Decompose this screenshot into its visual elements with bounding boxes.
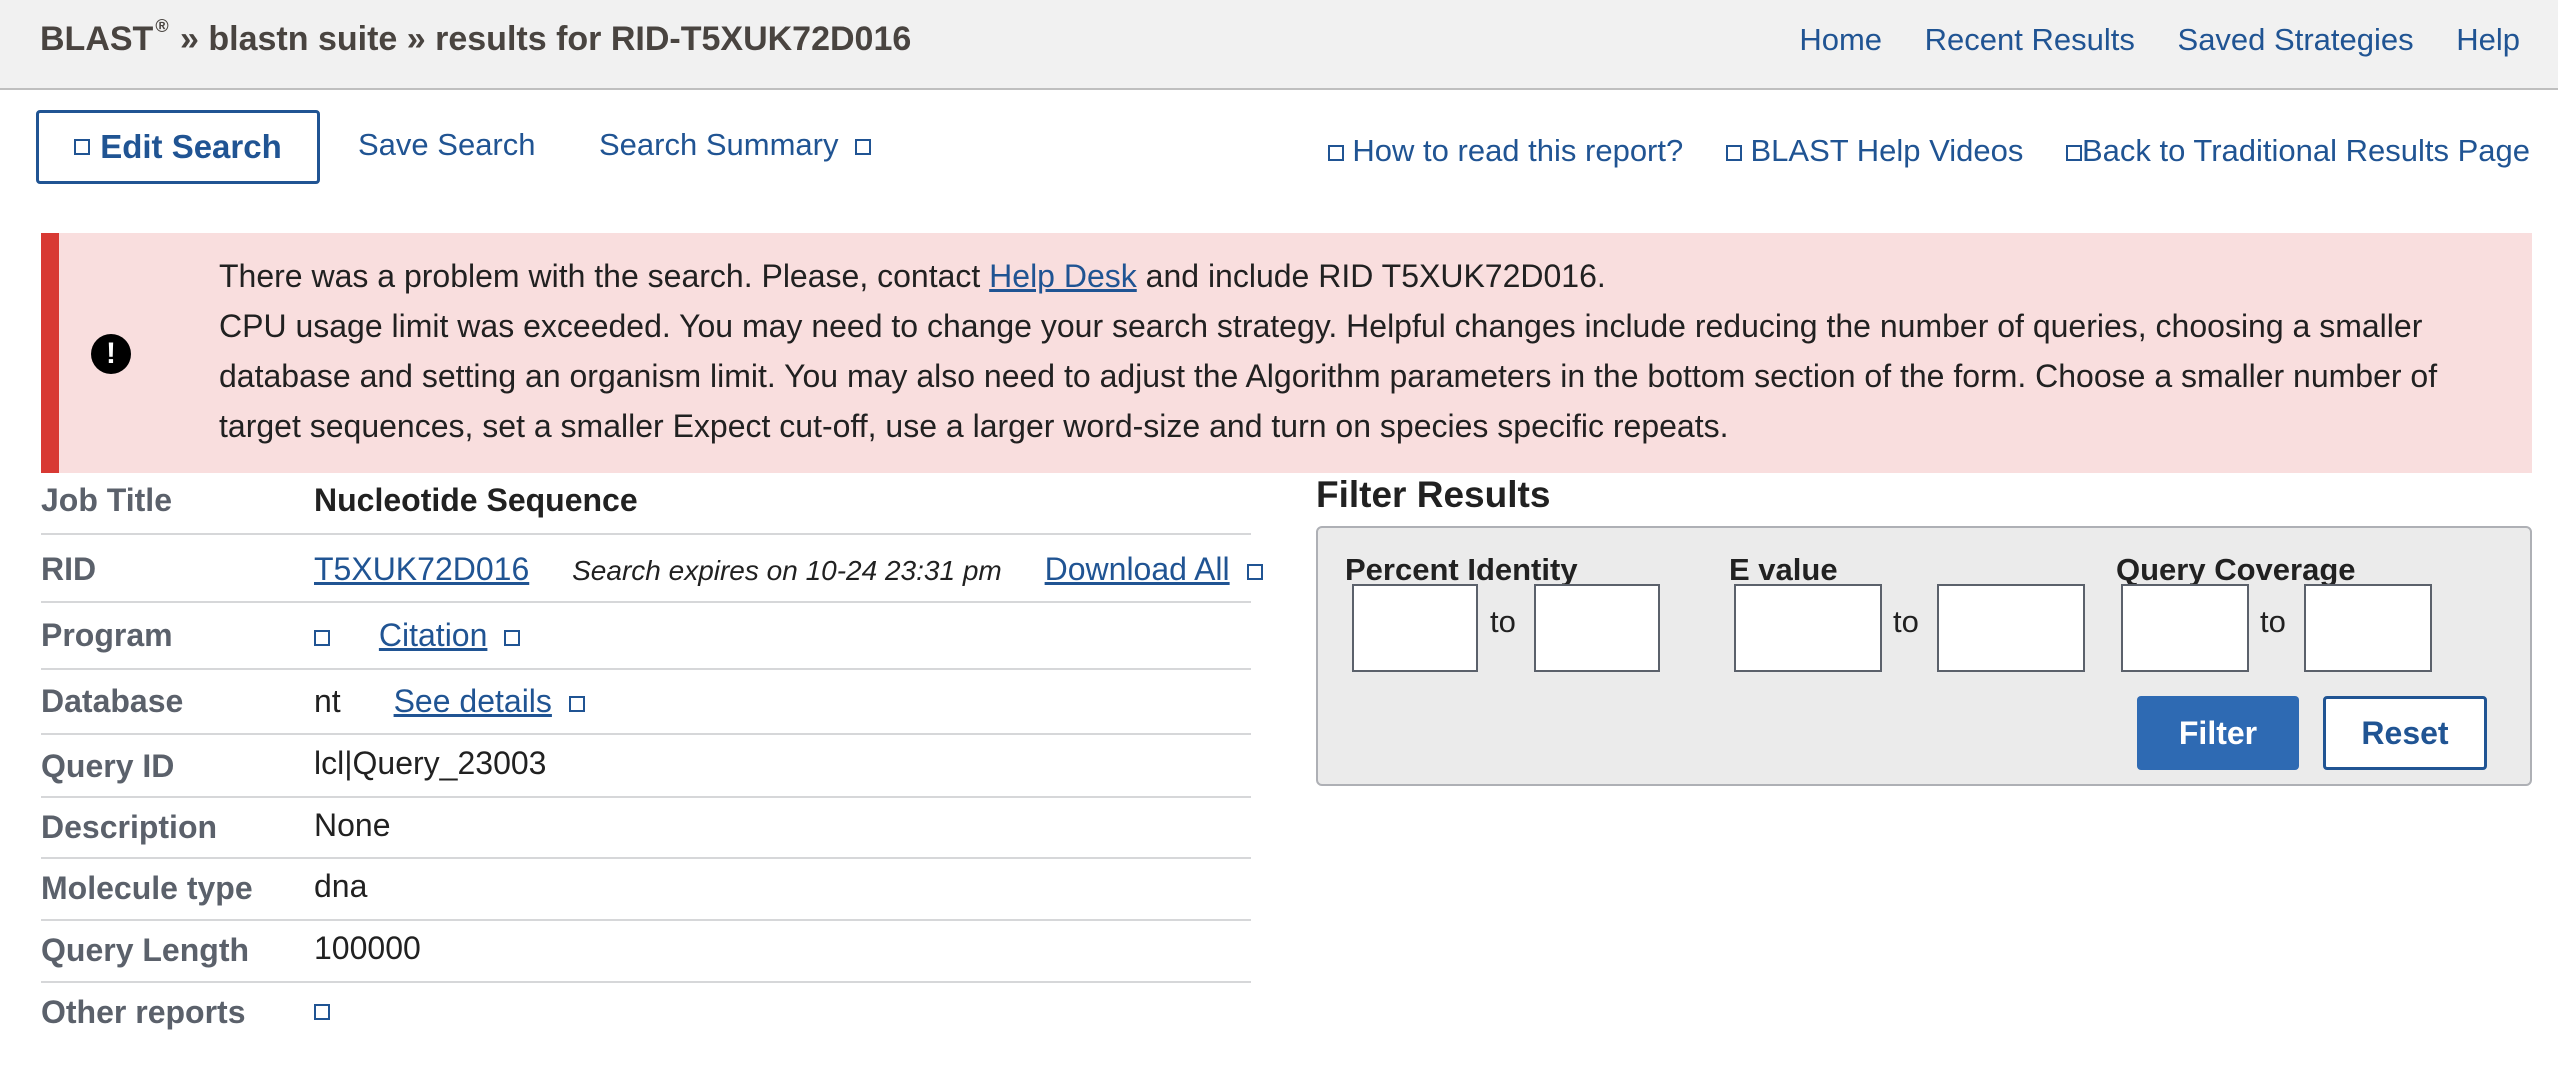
percent-identity-to-input[interactable] bbox=[1534, 584, 1660, 672]
help-links: How to read this report? BLAST Help Vide… bbox=[1294, 133, 2530, 169]
percent-identity-from-input[interactable] bbox=[1352, 584, 1478, 672]
help-icon bbox=[1327, 144, 1344, 161]
job-info-table: Job Title Nucleotide Sequence RID T5XUK7… bbox=[41, 476, 1263, 1045]
top-nav: Home Recent Results Saved Strategies Hel… bbox=[1765, 22, 2520, 58]
query-coverage-from-input[interactable] bbox=[2121, 584, 2249, 672]
job-title-value: Nucleotide Sequence bbox=[314, 482, 638, 518]
row-description: Description None bbox=[41, 798, 1251, 859]
dropdown-icon[interactable] bbox=[314, 1003, 330, 1020]
nav-saved-strategies[interactable]: Saved Strategies bbox=[2178, 22, 2414, 57]
database-value: nt bbox=[314, 683, 341, 719]
query-id-value: lcl|Query_23003 bbox=[314, 745, 547, 781]
query-length-label: Query Length bbox=[41, 932, 250, 968]
row-query-length: Query Length 100000 bbox=[41, 921, 1251, 983]
nav-help[interactable]: Help bbox=[2456, 22, 2520, 57]
exclamation-circle-icon: ! bbox=[91, 334, 131, 374]
rid-label: RID bbox=[41, 551, 97, 587]
database-label: Database bbox=[41, 683, 184, 719]
breadcrumb-suite: » blastn suite bbox=[180, 20, 398, 58]
query-id-label: Query ID bbox=[41, 748, 175, 784]
program-label: Program bbox=[41, 617, 173, 653]
to-label: to bbox=[1893, 604, 1919, 639]
description-value: None bbox=[314, 807, 391, 843]
alert-message: CPU usage limit was exceeded. You may ne… bbox=[219, 308, 2438, 444]
e-value-to-input[interactable] bbox=[1937, 584, 2085, 672]
dropdown-icon[interactable] bbox=[1246, 563, 1263, 580]
e-value-from-input[interactable] bbox=[1734, 584, 1882, 672]
help-desk-link[interactable]: Help Desk bbox=[989, 258, 1137, 294]
query-length-value: 100000 bbox=[314, 930, 421, 966]
alert-text: There was a problem with the search. Ple… bbox=[219, 251, 2499, 451]
row-program: Program Citation bbox=[41, 603, 1251, 670]
download-all-link[interactable]: Download All bbox=[1045, 551, 1230, 587]
dropdown-icon[interactable] bbox=[504, 629, 521, 646]
filter-panel: Percent Identity to E value to Query Cov… bbox=[1316, 526, 2532, 786]
search-summary-link[interactable]: Search Summary bbox=[599, 127, 872, 163]
nav-recent-results[interactable]: Recent Results bbox=[1925, 22, 2135, 57]
to-label: to bbox=[2260, 604, 2286, 639]
top-header: BLAST ® » blastn suite » results for RID-… bbox=[0, 0, 2558, 90]
back-traditional-label: Back to Traditional Results Page bbox=[2081, 133, 2530, 168]
brand-label: BLAST bbox=[40, 20, 154, 58]
how-to-read-label: How to read this report? bbox=[1352, 133, 1684, 168]
edit-search-label: Edit Search bbox=[100, 128, 282, 165]
dropdown-icon[interactable] bbox=[568, 695, 585, 712]
filter-button[interactable]: Filter bbox=[2137, 696, 2299, 770]
e-value-label: E value bbox=[1729, 552, 1838, 587]
row-job-title: Job Title Nucleotide Sequence bbox=[41, 476, 1251, 535]
registered-mark: ® bbox=[155, 16, 169, 36]
how-to-read-link[interactable]: How to read this report? bbox=[1327, 133, 1692, 168]
reset-button[interactable]: Reset bbox=[2323, 696, 2487, 770]
save-search-link[interactable]: Save Search bbox=[358, 127, 536, 163]
row-rid: RID T5XUK72D016 Search expires on 10-24 … bbox=[41, 535, 1263, 603]
job-title-label: Job Title bbox=[41, 482, 172, 518]
other-reports-label: Other reports bbox=[41, 994, 246, 1030]
query-coverage-label: Query Coverage bbox=[2116, 552, 2356, 587]
edit-icon bbox=[74, 139, 91, 155]
search-summary-label: Search Summary bbox=[599, 127, 839, 162]
program-icon bbox=[314, 629, 330, 646]
back-icon bbox=[2065, 144, 2082, 161]
breadcrumb-results: » results for RID-T5XUK72D016 bbox=[406, 20, 912, 58]
percent-identity-label: Percent Identity bbox=[1345, 552, 1578, 587]
rid-link[interactable]: T5XUK72D016 bbox=[314, 551, 529, 587]
error-alert: ! There was a problem with the search. P… bbox=[41, 233, 2532, 473]
see-details-link[interactable]: See details bbox=[394, 683, 552, 719]
row-database: Database nt See details bbox=[41, 670, 1251, 735]
edit-search-button[interactable]: Edit Search bbox=[36, 110, 320, 184]
alert-line1-post: and include RID T5XUK72D016. bbox=[1136, 258, 1606, 294]
help-videos-link[interactable]: BLAST Help Videos bbox=[1725, 133, 2032, 168]
molecule-type-label: Molecule type bbox=[41, 870, 253, 906]
row-query-id: Query ID lcl|Query_23003 bbox=[41, 735, 1251, 798]
row-molecule-type: Molecule type dna bbox=[41, 859, 1251, 921]
alert-line1-pre: There was a problem with the search. Ple… bbox=[219, 258, 990, 294]
query-coverage-to-input[interactable] bbox=[2304, 584, 2432, 672]
breadcrumb: BLAST ® » blastn suite » results for RID-… bbox=[40, 16, 912, 59]
nav-home[interactable]: Home bbox=[1799, 22, 1882, 57]
citation-link[interactable]: Citation bbox=[379, 617, 488, 653]
expires-text: Search expires on 10-24 23:31 pm bbox=[572, 555, 1002, 586]
row-other-reports: Other reports bbox=[41, 983, 1251, 1045]
filter-results-title: Filter Results bbox=[1316, 474, 1551, 515]
to-label: to bbox=[1490, 604, 1516, 639]
video-icon bbox=[1725, 144, 1742, 161]
back-traditional-link[interactable]: Back to Traditional Results Page bbox=[2065, 133, 2530, 168]
description-label: Description bbox=[41, 809, 218, 845]
molecule-type-value: dna bbox=[314, 868, 368, 904]
help-videos-label: BLAST Help Videos bbox=[1750, 133, 2024, 168]
dropdown-icon bbox=[855, 138, 872, 155]
